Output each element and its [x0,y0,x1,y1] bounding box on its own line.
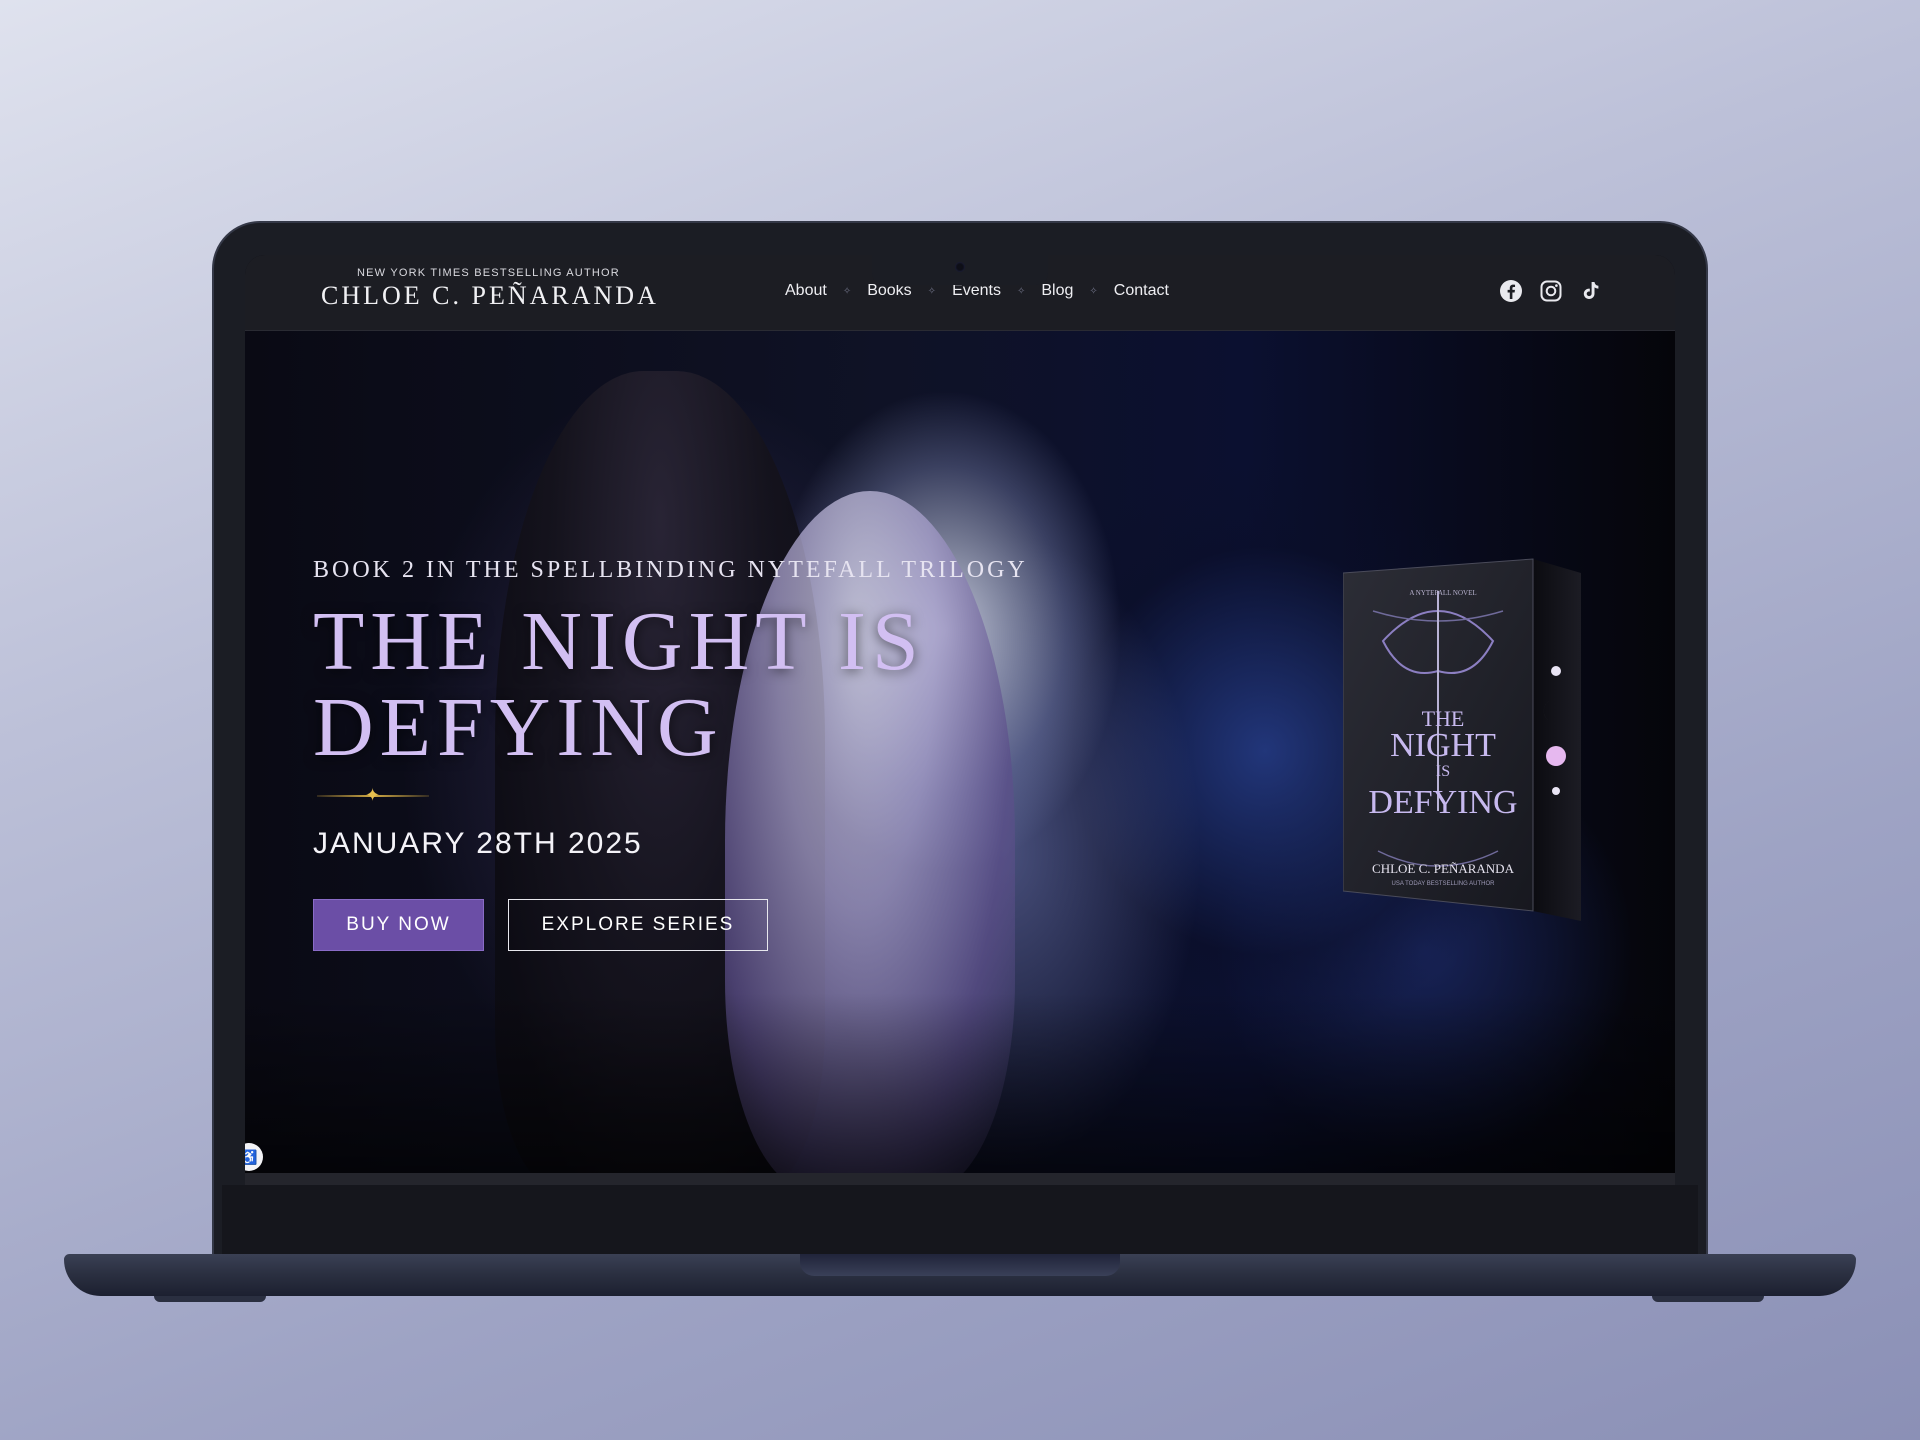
cover-author-tag: USA TODAY BESTSELLING AUTHOR [1392,881,1496,887]
series-subtitle: BOOK 2 IN THE SPELLBINDING NYTEFALL TRIL… [313,557,1028,583]
hero-title-line-1: THE NIGHT IS [313,595,925,688]
nav-separator-icon: ✧ [1089,285,1098,297]
sparkle-icon: ✦ [365,785,381,805]
book-cover-image[interactable]: A NYTEFALL NOVEL THE NIGHT IS DEFYING CH… [1343,551,1583,921]
laptop-foot [1652,1296,1764,1302]
laptop-foot [154,1296,266,1302]
author-logo[interactable]: CHLOE C. PEÑARANDA [321,281,659,311]
horizontal-scrollbar[interactable] [245,1173,1675,1185]
cover-title-line-2: NIGHT [1390,727,1496,764]
cover-title-line-3: IS [1436,763,1450,780]
cover-author: CHLOE C. PEÑARANDA [1372,861,1515,876]
cover-kicker: A NYTEFALL NOVEL [1409,589,1476,597]
buy-now-button[interactable]: BUY NOW [313,899,484,951]
nav-blog[interactable]: Blog [1041,282,1073,300]
nav-about[interactable]: About [785,282,827,300]
tiktok-icon[interactable] [1579,279,1603,303]
author-tagline: NEW YORK TIMES BESTSELLING AUTHOR [357,267,620,279]
browser-screen: NEW YORK TIMES BESTSELLING AUTHOR CHLOE … [245,255,1675,1185]
instagram-icon[interactable] [1539,279,1563,303]
social-links [1499,279,1603,303]
laptop-bezel-bottom [222,1185,1698,1257]
nav-separator-icon: ✧ [842,285,852,297]
hero-title: THE NIGHT IS DEFYING [313,599,1033,771]
hero-title-line-2: DEFYING [313,681,724,774]
release-date: JANUARY 28TH 2025 [313,827,643,860]
nav-separator-icon: ✧ [927,285,937,297]
camera-icon [955,262,965,272]
camera-notch [872,255,1048,285]
cover-title-line-4: DEFYING [1368,784,1517,821]
explore-series-button[interactable]: EXPLORE SERIES [508,899,768,951]
nav-separator-icon: ✧ [1016,285,1026,297]
hero-banner: BOOK 2 IN THE SPELLBINDING NYTEFALL TRIL… [245,331,1675,1173]
hero-shadow [245,993,1675,1173]
nav-contact[interactable]: Contact [1114,282,1169,300]
laptop-hinge [800,1254,1120,1276]
facebook-icon[interactable] [1499,279,1523,303]
